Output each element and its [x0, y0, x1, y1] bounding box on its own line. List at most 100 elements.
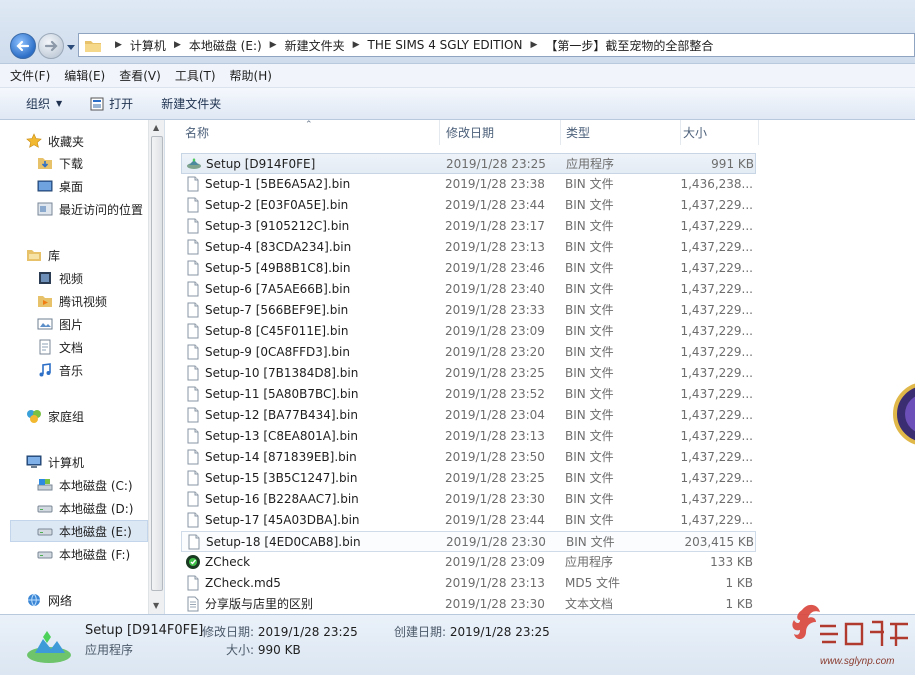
command-bar: 组织 ▼ 打开 新建文件夹 — [0, 88, 915, 120]
arrow-left-icon — [16, 40, 30, 52]
sidebar-item-computer[interactable]: 计算机 — [26, 451, 164, 473]
file-name: Setup-3 [9105212C].bin — [185, 216, 440, 235]
back-button[interactable] — [10, 33, 36, 59]
file-row[interactable]: Setup-5 [49B8B1C8].bin 2019/1/28 23:46 BIN… — [181, 258, 756, 279]
sidebar-item-downloads[interactable]: 下载 — [37, 152, 164, 174]
file-row[interactable]: Setup-3 [9105212C].bin 2019/1/28 23:17 BIN… — [181, 216, 756, 237]
sidebar-item-pictures[interactable]: 图片 — [37, 313, 164, 335]
sidebar-scroll-thumb[interactable] — [151, 136, 163, 591]
file-name: Setup-2 [E03F0A5E].bin — [185, 195, 440, 214]
file-date: 2019/1/28 23:33 — [445, 302, 545, 317]
file-row[interactable]: Setup-11 [5A80B7BC].bin 2019/1/28 23:52 BI… — [181, 384, 756, 405]
details-created: 创建日期: 2019/1/28 23:25 — [394, 625, 550, 639]
sidebar-item-network[interactable]: 网络 — [26, 589, 164, 611]
sidebar-item-music[interactable]: 音乐 — [37, 359, 164, 381]
file-name: Setup-8 [C45F011E].bin — [185, 321, 440, 340]
file-icon — [185, 197, 201, 213]
open-button[interactable]: 打开 — [90, 95, 133, 112]
video-icon — [37, 270, 53, 286]
file-row[interactable]: Setup-4 [83CDA234].bin 2019/1/28 23:13 BIN… — [181, 237, 756, 258]
file-row[interactable]: Setup-2 [E03F0A5E].bin 2019/1/28 23:44 BIN… — [181, 195, 756, 216]
column-header-name[interactable]: 名称 — [185, 120, 440, 145]
sidebar-item-homegroup[interactable]: 家庭组 — [26, 405, 164, 427]
column-header-date[interactable]: 修改日期 — [446, 120, 561, 145]
sidebar-item-drive-e[interactable]: 本地磁盘 (E:) — [10, 520, 148, 542]
file-date: 2019/1/28 23:44 — [445, 197, 545, 212]
new-folder-button[interactable]: 新建文件夹 — [161, 95, 221, 112]
file-row[interactable]: Setup-18 [4ED0CAB8].bin 2019/1/28 23:30 BI… — [181, 531, 756, 552]
menu-help[interactable]: 帮助(H) — [230, 67, 272, 84]
sidebar-item-recent[interactable]: 最近访问的位置 — [37, 198, 164, 220]
column-header-size[interactable]: 大小 — [683, 120, 759, 145]
file-icon — [185, 239, 201, 255]
homegroup-icon — [26, 408, 42, 424]
file-row[interactable]: Setup-1 [5BE6A5A2].bin 2019/1/28 23:38 BIN… — [181, 174, 756, 195]
sidebar-item-favorites[interactable]: 收藏夹 — [26, 130, 164, 152]
file-type: BIN 文件 — [565, 261, 614, 275]
file-row[interactable]: Setup-7 [566BEF9E].bin 2019/1/28 23:33 BIN… — [181, 300, 756, 321]
sidebar-item-drive-c[interactable]: 本地磁盘 (C:) — [37, 474, 164, 496]
file-size: 1,437,229... — [680, 239, 753, 254]
file-row[interactable]: Setup-9 [0CA8FFD3].bin 2019/1/28 23:20 BIN… — [181, 342, 756, 363]
file-row[interactable]: Setup [D914F0FE] 2019/1/28 23:25 应用程序 991 K… — [181, 153, 756, 174]
file-type: BIN 文件 — [565, 408, 614, 422]
file-size: 1,437,229... — [680, 260, 753, 275]
menu-view[interactable]: 查看(V) — [119, 67, 161, 84]
breadcrumb-new-folder[interactable]: 新建文件夹 — [285, 37, 345, 54]
recent-pages-dropdown[interactable] — [66, 42, 76, 52]
file-type: BIN 文件 — [565, 282, 614, 296]
details-size: 大小: 990 KB — [226, 643, 301, 657]
file-icon — [185, 323, 201, 339]
menu-file[interactable]: 文件(F) — [10, 67, 50, 84]
file-icon — [185, 386, 201, 402]
breadcrumb-computer[interactable]: 计算机 — [130, 37, 166, 54]
sidebar-item-drive-f[interactable]: 本地磁盘 (F:) — [37, 543, 164, 565]
breadcrumb-current[interactable]: 【第一步】截至宠物的全部整合 — [545, 37, 713, 54]
sidebar-scrollbar[interactable]: ▲ ▼ — [148, 120, 164, 614]
file-row[interactable]: Setup-17 [45A03DBA].bin 2019/1/28 23:44 BI… — [181, 510, 756, 531]
file-row[interactable]: Setup-15 [3B5C1247].bin 2019/1/28 23:25 BI… — [181, 468, 756, 489]
sidebar-item-tencent-video[interactable]: 腾讯视频 — [37, 290, 164, 312]
sidebar-item-videos[interactable]: 视频 — [37, 267, 164, 289]
sidebar-item-libraries[interactable]: 库 — [26, 244, 164, 266]
file-row[interactable]: Setup-13 [C8EA801A].bin 2019/1/28 23:13 BI… — [181, 426, 756, 447]
file-row[interactable]: Setup-16 [B228AAC7].bin 2019/1/28 23:30 BI… — [181, 489, 756, 510]
file-row[interactable]: Setup-8 [C45F011E].bin 2019/1/28 23:09 BIN… — [181, 321, 756, 342]
scroll-up-icon[interactable]: ▲ — [153, 123, 159, 132]
file-size: 1,437,229... — [680, 323, 753, 338]
file-row[interactable]: Setup-14 [871839EB].bin 2019/1/28 23:50 BI… — [181, 447, 756, 468]
file-size: 1,437,229... — [680, 470, 753, 485]
file-row[interactable]: Setup-10 [7B1384D8].bin 2019/1/28 23:25 BI… — [181, 363, 756, 384]
sidebar-item-desktop[interactable]: 桌面 — [37, 175, 164, 197]
breadcrumb-sims4[interactable]: THE SIMS 4 SGLY EDITION — [368, 38, 523, 52]
menu-bar: 文件(F) 编辑(E) 查看(V) 工具(T) 帮助(H) — [0, 64, 915, 88]
forward-button[interactable] — [38, 33, 64, 59]
file-row[interactable]: ZCheck 2019/1/28 23:09 应用程序 133 KB — [181, 552, 756, 573]
file-name: Setup-9 [0CA8FFD3].bin — [185, 342, 440, 361]
file-size: 133 KB — [710, 554, 753, 569]
file-name: Setup-1 [5BE6A5A2].bin — [185, 174, 440, 193]
file-row[interactable]: Setup-12 [BA77B434].bin 2019/1/28 23:04 BI… — [181, 405, 756, 426]
file-name: Setup-11 [5A80B7BC].bin — [185, 384, 440, 403]
file-type: BIN 文件 — [565, 513, 614, 527]
file-row[interactable]: 分享版与店里的区别 2019/1/28 23:30 文本文档 1 KB — [181, 594, 756, 614]
sidebar-item-documents[interactable]: 文档 — [37, 336, 164, 358]
breadcrumb-drive-e[interactable]: 本地磁盘 (E:) — [189, 37, 262, 54]
file-size: 1,437,229... — [680, 344, 753, 359]
site-watermark-logo: www.sglynp.com — [792, 604, 908, 667]
menu-edit[interactable]: 编辑(E) — [64, 67, 105, 84]
scroll-down-icon[interactable]: ▼ — [153, 601, 159, 610]
organize-button[interactable]: 组织 ▼ — [26, 95, 62, 112]
file-icon — [186, 534, 202, 550]
library-icon — [26, 247, 42, 263]
file-row[interactable]: ZCheck.md5 2019/1/28 23:13 MD5 文件 1 KB — [181, 573, 756, 594]
file-name: Setup [D914F0FE] — [186, 154, 441, 173]
menu-tools[interactable]: 工具(T) — [175, 67, 216, 84]
sidebar-item-drive-d[interactable]: 本地磁盘 (D:) — [37, 497, 164, 519]
file-type: BIN 文件 — [565, 219, 614, 233]
column-header-type[interactable]: 类型 — [566, 120, 681, 145]
floating-orb-button[interactable] — [893, 382, 915, 446]
file-row[interactable]: Setup-6 [7A5AE66B].bin 2019/1/28 23:40 BIN… — [181, 279, 756, 300]
address-bar[interactable]: ▶ 计算机 ▶ 本地磁盘 (E:) ▶ 新建文件夹 ▶ THE SIMS 4 S… — [78, 33, 915, 57]
file-date: 2019/1/28 23:13 — [445, 428, 545, 443]
